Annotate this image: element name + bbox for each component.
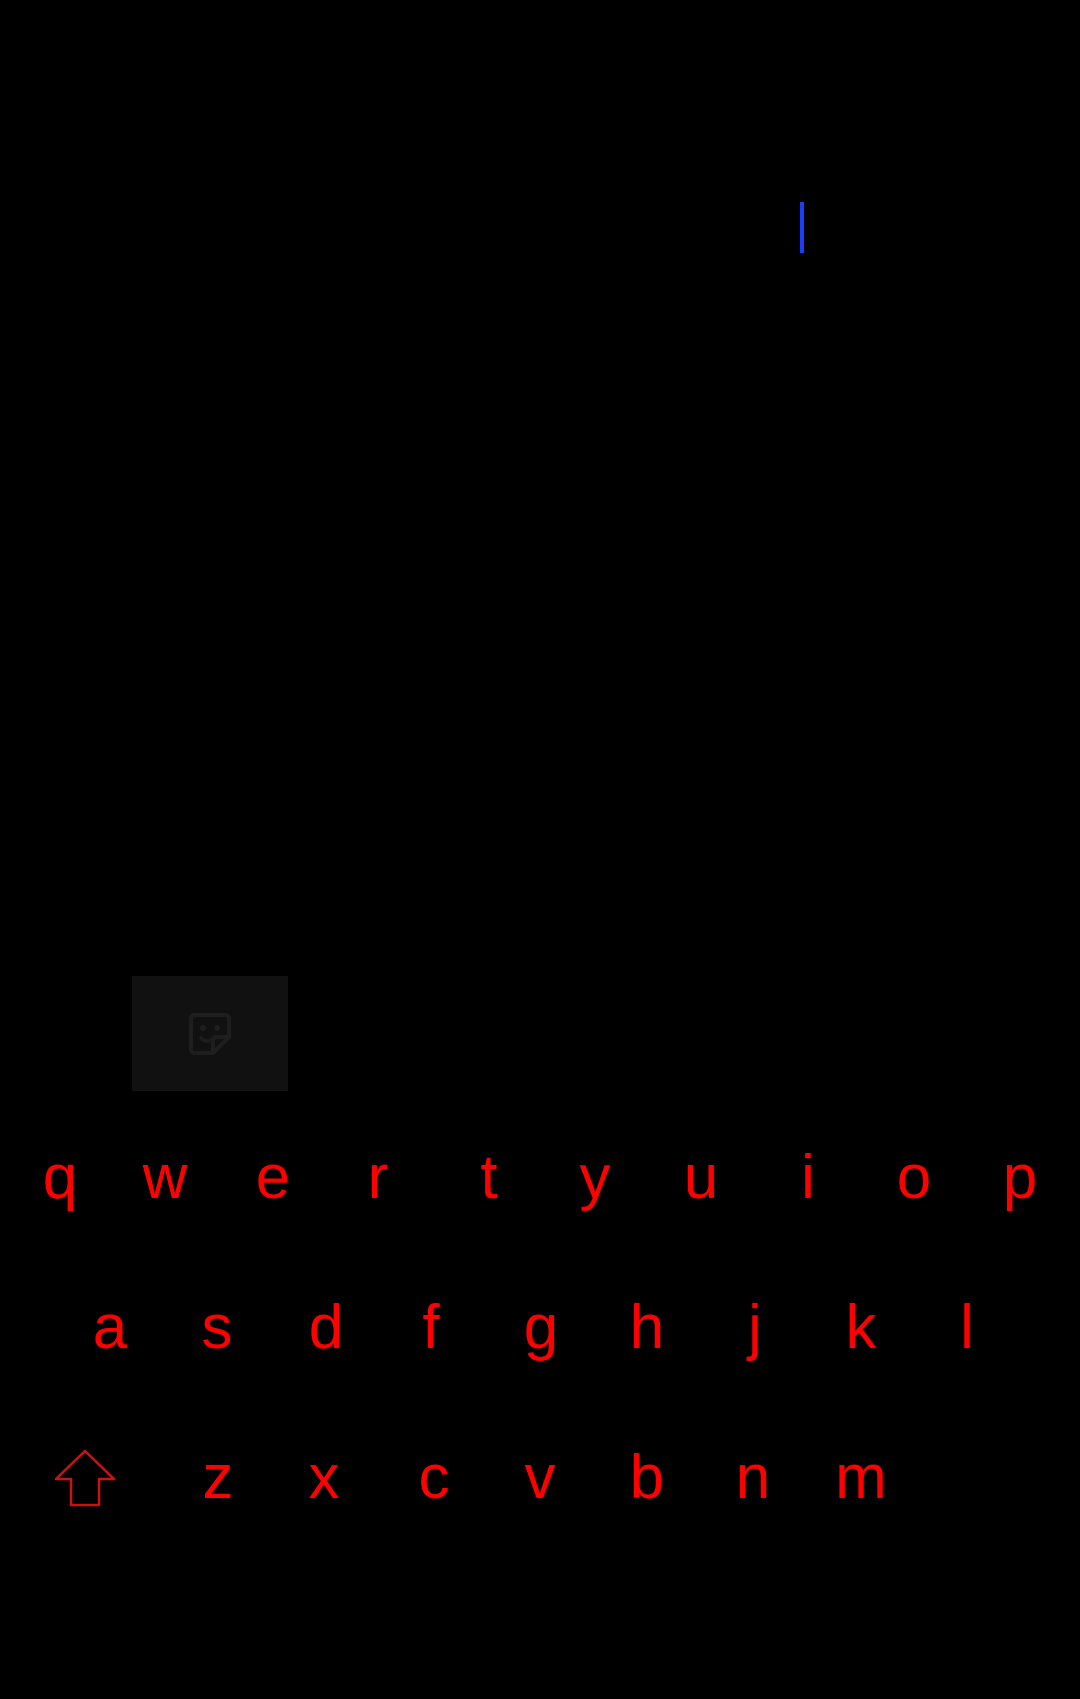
sticker-smile-icon	[189, 1012, 231, 1055]
key-f[interactable]: f	[378, 1273, 484, 1383]
key-i[interactable]: i	[755, 1123, 861, 1233]
key-a[interactable]: a	[57, 1273, 163, 1383]
key-d[interactable]: d	[273, 1273, 379, 1383]
key-n[interactable]: n	[700, 1423, 806, 1533]
key-z[interactable]: z	[165, 1423, 271, 1533]
key-p[interactable]: p	[967, 1123, 1073, 1233]
key-c[interactable]: c	[381, 1423, 487, 1533]
text-cursor	[800, 202, 804, 253]
key-s[interactable]: s	[164, 1273, 270, 1383]
shift-arrow-icon	[54, 1449, 116, 1507]
key-m[interactable]: m	[808, 1423, 914, 1533]
key-u[interactable]: u	[648, 1123, 754, 1233]
shift-key[interactable]	[32, 1423, 138, 1533]
key-row-1: q w e r t y u i o p	[0, 1123, 1080, 1233]
key-w[interactable]: w	[112, 1123, 218, 1233]
key-row-2: a s d f g h j k l	[0, 1273, 1080, 1383]
key-h[interactable]: h	[594, 1273, 700, 1383]
key-q[interactable]: q	[7, 1123, 113, 1233]
keyboard: q w e r t y u i o p a s d f g h j k l z …	[0, 1110, 1080, 1699]
key-row-3: z x c v b n m	[0, 1423, 1080, 1533]
key-r[interactable]: r	[325, 1123, 431, 1233]
key-b[interactable]: b	[594, 1423, 700, 1533]
key-x[interactable]: x	[271, 1423, 377, 1533]
key-k[interactable]: k	[808, 1273, 914, 1383]
key-v[interactable]: v	[487, 1423, 593, 1533]
key-j[interactable]: j	[702, 1273, 808, 1383]
key-l[interactable]: l	[914, 1273, 1020, 1383]
text-input-area[interactable]	[0, 0, 1080, 960]
key-o[interactable]: o	[861, 1123, 967, 1233]
key-e[interactable]: e	[220, 1123, 326, 1233]
screen: q w e r t y u i o p a s d f g h j k l z …	[0, 0, 1080, 1699]
sticker-button[interactable]	[132, 976, 288, 1091]
key-t[interactable]: t	[436, 1123, 542, 1233]
key-y[interactable]: y	[542, 1123, 648, 1233]
key-g[interactable]: g	[488, 1273, 594, 1383]
